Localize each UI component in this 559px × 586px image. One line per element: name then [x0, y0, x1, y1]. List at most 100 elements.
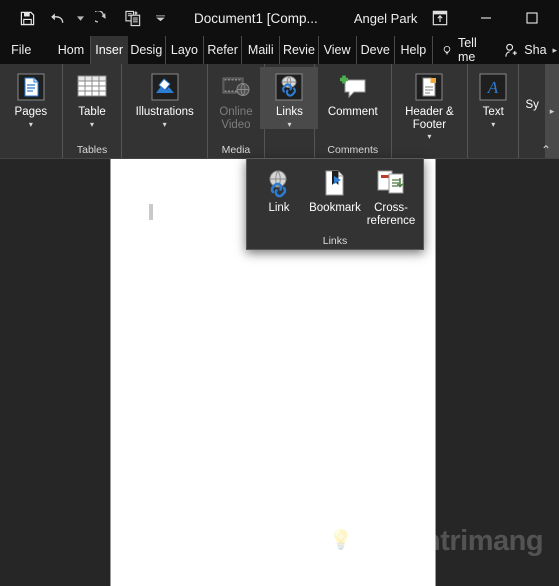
header-footer-caret-icon[interactable]: ▾	[427, 132, 431, 141]
cross-reference-button[interactable]: Cross-reference	[363, 163, 419, 227]
ribbon-group-text-name	[468, 142, 518, 158]
pages-button[interactable]: Pages ▾	[2, 67, 60, 129]
online-video-button[interactable]: Online Video	[207, 67, 265, 131]
bookmark-icon	[318, 166, 352, 200]
tab-help[interactable]: Help	[395, 36, 433, 64]
quick-access-toolbar	[0, 5, 172, 31]
comment-icon	[336, 70, 370, 104]
redo-icon[interactable]	[88, 5, 118, 31]
illustrations-icon	[148, 70, 182, 104]
tell-me-search[interactable]: Tell me	[433, 36, 494, 64]
collapse-ribbon-button[interactable]: ⌃	[541, 144, 551, 156]
links-label: Links	[276, 106, 303, 118]
link-label: Link	[268, 202, 290, 214]
copy-icon[interactable]	[118, 5, 148, 31]
links-icon	[272, 70, 306, 104]
minimize-button[interactable]	[463, 0, 509, 36]
table-button[interactable]: Table ▾	[63, 67, 121, 129]
links-dropdown-panel: Link Bookmark Cross-reference Links	[246, 158, 424, 250]
lightbulb-icon	[443, 45, 451, 54]
ribbon-group-header-footer-name	[392, 142, 468, 158]
tab-home[interactable]: Hom	[52, 36, 91, 64]
text-button[interactable]: A Text ▾	[464, 67, 522, 129]
links-button[interactable]: Links ▾	[260, 67, 319, 129]
pages-icon	[14, 70, 48, 104]
ribbon-group-comments-name: Comments	[327, 144, 379, 156]
word-window: 💡	[0, 0, 559, 586]
ribbon-group-tables-name: Tables	[76, 144, 108, 156]
header-footer-button[interactable]: Header & Footer ▾	[392, 67, 468, 141]
person-add-icon	[505, 43, 518, 57]
ribbon-group-links: Links ▾	[260, 64, 319, 158]
undo-dropdown-caret-icon[interactable]	[72, 5, 88, 31]
ribbon-display-options-icon[interactable]	[417, 0, 463, 36]
tab-references[interactable]: Refer	[204, 36, 243, 64]
share-label: Sha	[524, 43, 547, 57]
header-footer-icon	[412, 70, 446, 104]
illustrations-button[interactable]: Illustrations ▾	[130, 67, 200, 129]
title-bar: Document1 [Comp... Angel Park	[0, 0, 559, 36]
table-label: Table	[78, 106, 106, 118]
link-globe-icon	[262, 166, 296, 200]
tab-overflow-arrow-icon[interactable]: ▸	[551, 45, 559, 56]
ribbon-group-comments: Comment Comments	[315, 64, 392, 158]
ribbon-group-illustrations-name	[122, 142, 207, 158]
ribbon-group-illustrations: Illustrations ▾	[122, 64, 208, 158]
save-icon[interactable]	[12, 5, 42, 31]
link-button[interactable]: Link	[251, 163, 307, 215]
share-button[interactable]: Sha	[494, 43, 550, 58]
text-icon: A	[476, 70, 510, 104]
close-button[interactable]	[555, 0, 559, 36]
comment-button[interactable]: Comment	[322, 67, 384, 119]
ribbon-group-pages: Pages ▾	[0, 64, 63, 158]
ribbon-group-text: A Text ▾	[468, 64, 520, 158]
comment-label: Comment	[327, 106, 378, 118]
tab-review[interactable]: Revie	[280, 36, 319, 64]
svg-text:A: A	[487, 78, 499, 97]
links-dropdown-items: Link Bookmark Cross-reference	[247, 159, 423, 233]
tab-file[interactable]: File	[0, 36, 42, 64]
pages-caret-icon[interactable]: ▾	[29, 120, 33, 129]
tab-developer[interactable]: Deve	[357, 36, 395, 64]
cross-reference-icon	[374, 166, 408, 200]
illustrations-label: Illustrations	[135, 106, 194, 118]
text-caret-icon[interactable]: ▾	[491, 120, 495, 129]
online-video-label: Online Video	[219, 106, 253, 131]
table-caret-icon[interactable]: ▾	[90, 120, 94, 129]
bookmark-button[interactable]: Bookmark	[307, 163, 363, 215]
document-title: Document1 [Comp...	[194, 10, 318, 26]
account-name[interactable]: Angel Park	[354, 11, 418, 26]
ribbon-group-media: Online Video Media	[208, 64, 265, 158]
ribbon-group-tables: Table ▾ Tables	[63, 64, 123, 158]
tab-bar-right: Tell me Sha ▸	[433, 36, 559, 64]
ribbon: Pages ▾ Table ▾ Tables Illustrations ▾ O…	[0, 64, 559, 159]
customize-quick-access-toolbar-caret-icon[interactable]	[148, 5, 172, 31]
symbols-label: Sy	[525, 99, 539, 111]
links-dropdown-group-name: Links	[322, 235, 348, 247]
maximize-button[interactable]	[509, 0, 555, 36]
tab-insert[interactable]: Inser	[90, 36, 128, 64]
bookmark-label: Bookmark	[309, 202, 361, 214]
cross-reference-label: Cross-reference	[366, 202, 416, 227]
table-icon	[75, 70, 109, 104]
tab-view[interactable]: View	[319, 36, 357, 64]
tab-layout[interactable]: Layo	[166, 36, 205, 64]
tab-design[interactable]: Desig	[128, 36, 166, 64]
tell-me-label: Tell me	[457, 36, 477, 64]
window-controls	[417, 0, 559, 36]
header-footer-label: Header & Footer	[405, 106, 454, 131]
ribbon-group-pages-name	[0, 142, 62, 158]
links-caret-icon[interactable]: ▾	[287, 120, 291, 129]
illustrations-caret-icon[interactable]: ▾	[163, 120, 167, 129]
undo-icon[interactable]	[42, 5, 72, 31]
online-video-icon	[219, 70, 253, 104]
text-label: Text	[482, 106, 504, 118]
ribbon-group-media-name: Media	[221, 144, 251, 156]
tab-mailings[interactable]: Maili	[242, 36, 281, 64]
symbols-button[interactable]: Sy	[521, 97, 543, 112]
pages-label: Pages	[14, 106, 48, 118]
ribbon-tab-bar: File Hom Inser Desig Layo Refer Maili Re…	[0, 36, 559, 64]
ribbon-group-links-name	[265, 142, 314, 158]
ribbon-group-header-footer: Header & Footer ▾	[392, 64, 469, 158]
text-cursor	[149, 204, 153, 220]
